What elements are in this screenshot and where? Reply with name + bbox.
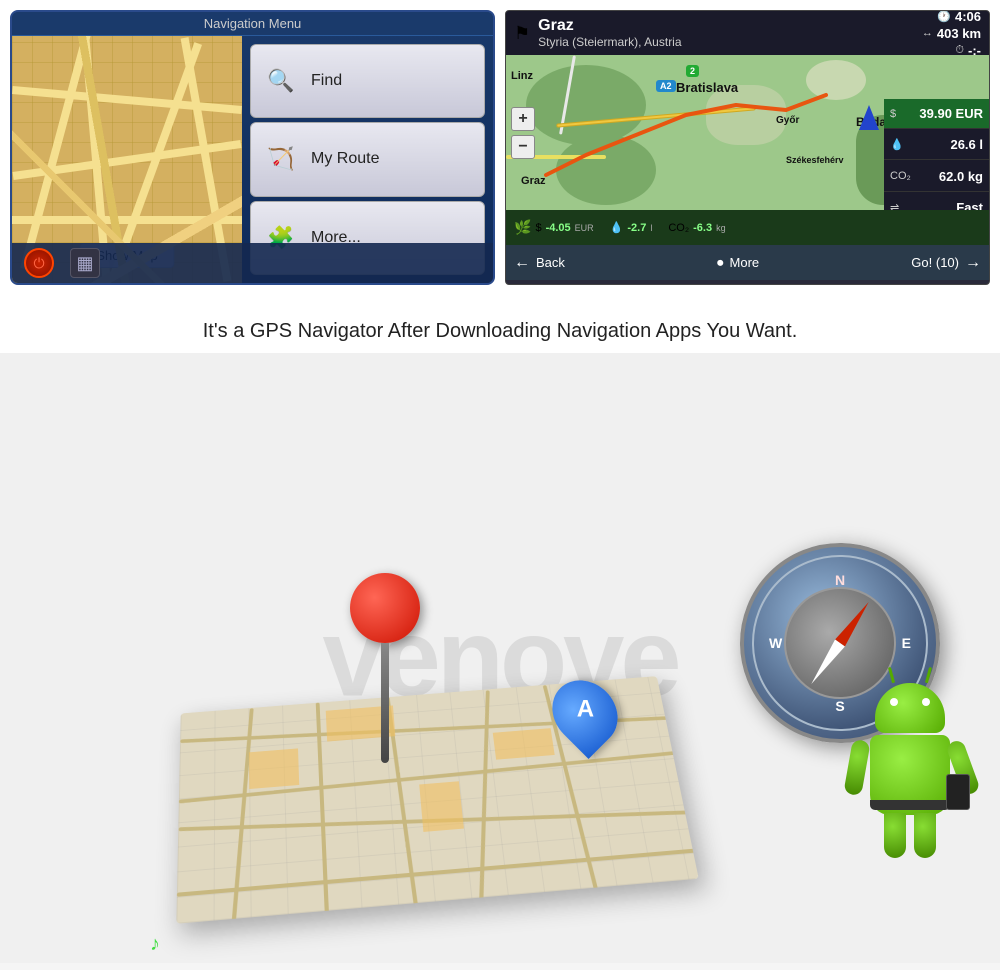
gps-flag-icon: ⚑ [514,23,530,44]
gps-time: 4:06 [955,10,981,24]
compass-west: W [769,635,782,651]
road-badge-2: 2 [686,65,699,77]
city-bratislava: Bratislava [676,80,738,95]
find-label: Find [311,72,342,90]
find-icon: 🔍 [263,63,299,99]
gps-stats: 🕐 4:06 ↔ 403 km ⏱ -:- [881,10,981,58]
android-body [870,735,950,815]
middle-section: It's a GPS Navigator After Downloading N… [0,300,1000,353]
gps-panel: ⚑ Graz Styria (Steiermark), Austria 🕐 4:… [505,10,990,285]
android-leg-left [884,813,906,858]
menu-button[interactable]: ▦ [70,248,100,278]
more-footer-button[interactable]: ⏺ More [717,255,759,271]
my-route-button[interactable]: 🏹 My Route [250,122,485,196]
gps-co2-item: CO₂ 62.0 kg [884,161,989,191]
android-phone [946,774,970,810]
my-route-label: My Route [311,150,379,168]
gps-co2: 62.0 kg [939,169,983,184]
city-szekesf: Székesfehérv [786,155,844,165]
nav-panel: Navigation Menu Show Map 🔍 [10,10,495,285]
find-button[interactable]: 🔍 Find [250,44,485,118]
go-button[interactable]: Go! (10) → [911,254,981,272]
android-head [875,683,945,733]
gps-distance: 403 km [937,26,981,41]
pin-ball [350,573,420,643]
pin-stick [381,643,389,763]
gps-road-type: Fast [956,200,983,210]
zoom-out-button[interactable]: − [511,135,535,159]
gps-region: Styria (Steiermark), Austria [538,35,873,49]
eco-co2: CO₂ -6.3 kg [668,222,725,234]
gps-fuel-item: 💧 26.6 l [884,130,989,160]
city-linz: Linz [511,70,533,82]
android-arm-left [843,739,870,796]
bottom-section: venove ♪ ♫ ♩ ♪ ♩ ♫ A [0,353,1000,963]
power-button[interactable]: ⏻ [24,248,54,278]
eco-fuel-val: -2.7 [627,222,646,234]
top-section: Navigation Menu Show Map 🔍 [0,0,1000,300]
android-leg-right [914,813,936,858]
compass-east: E [902,635,911,651]
music-note-4: ♪ [150,933,160,956]
city-gyor: Győr [776,115,799,126]
gps-location: Graz Styria (Steiermark), Austria [538,17,873,49]
gps-road-type-item: ⇌ Fast [884,193,989,210]
gps-right-stats: $ 39.90 EUR 💧 26.6 l CO₂ 62.0 kg ⇌ Fast … [884,99,989,210]
zoom-in-button[interactable]: + [511,107,535,131]
android-belt [870,800,950,810]
folded-map [176,676,698,924]
back-button[interactable]: ← Back [514,254,565,272]
pin-a-letter: A [576,695,593,723]
compass-north: N [835,572,845,588]
nav-bottom-bar: ⏻ ▦ [12,243,493,283]
gps-eco-bar: 🌿 $ -4.05 EUR 💧 -2.7 l CO₂ -6.3 kg [506,210,989,245]
city-graz: Graz [521,175,545,187]
location-pin-a: A [555,678,615,748]
android-bot [850,683,970,863]
gps-header: ⚑ Graz Styria (Steiermark), Austria 🕐 4:… [506,11,989,55]
my-route-icon: 🏹 [263,141,299,177]
eco-co2-val: -6.3 [693,222,712,234]
gps-fuel: 26.6 l [950,137,983,152]
gps-cost: 39.90 EUR [919,106,983,121]
eco-cost-val: -4.05 [546,222,571,234]
eco-cost: 🌿 $ -4.05 EUR [514,219,594,236]
tagline: It's a GPS Navigator After Downloading N… [30,320,970,343]
gps-city: Graz [538,17,873,35]
compass-south: S [835,698,844,714]
road-badge-a2: A2 [656,80,676,92]
android-eye-right [922,698,930,706]
map-controls: + − [511,107,535,159]
gps-pin [350,573,420,763]
gps-footer: ← Back ⏺ More Go! (10) → [506,245,989,280]
eco-fuel: 💧 -2.7 l [610,221,653,234]
gps-cost-item: $ 39.90 EUR [884,99,989,129]
nav-panel-title: Navigation Menu [12,12,493,36]
android-eye-left [890,698,898,706]
nav-triangle-icon [859,105,879,130]
gps-map-area: Linz Bratislava Győr Buda Székesfehérv G… [506,55,989,210]
